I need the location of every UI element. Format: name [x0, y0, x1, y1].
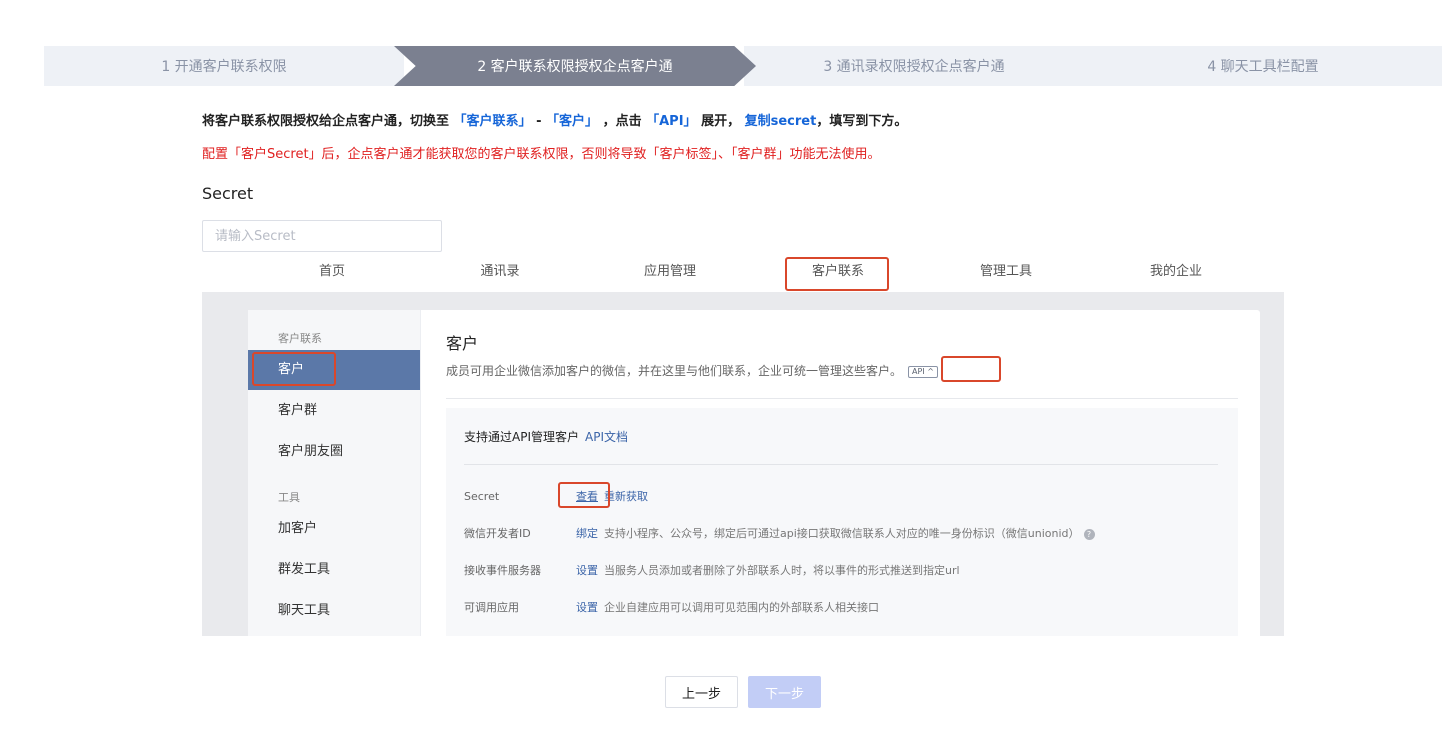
screenshot-topnav: 首页 通讯录 应用管理 客户联系 管理工具 我的企业 [202, 256, 1284, 292]
instruction-dash: - [531, 114, 547, 129]
keyword-copy-secret: 复制secret [744, 114, 817, 129]
help-icon: ? [1083, 528, 1095, 540]
topnav-app-management: 应用管理 [643, 264, 696, 279]
row-note: 企业自建应用可以调用可见范围内的外部联系人相关接口 [604, 601, 879, 614]
api-row-callable-apps: 可调用应用 设置 企业自建应用可以调用可见范围内的外部联系人相关接口 [464, 599, 879, 615]
api-expand-badge: API ^ [908, 365, 938, 378]
step-3: 3 通讯录权限授权企点客户通 [744, 46, 1084, 86]
sidebar-group-customer-contact: 客户联系 [278, 332, 322, 345]
highlight-box [252, 352, 336, 386]
highlight-box [558, 482, 610, 508]
topnav-management-tools: 管理工具 [979, 264, 1032, 279]
row-label: 接收事件服务器 [464, 564, 541, 577]
step-bar: 1 开通客户联系权限 3 通讯录权限授权企点客户通 4 聊天工具栏配置 2 客户… [44, 46, 1442, 86]
highlight-box [941, 356, 1001, 382]
screenshot-sidebar: 客户联系 客户 客户群 客户朋友圈 工具 加客户 群发工具 聊天工具 [248, 310, 421, 636]
setting-link: 设置 [576, 564, 598, 577]
sidebar-group-tools: 工具 [278, 491, 300, 504]
embedded-screenshot: 客户联系 客户 客户群 客户朋友圈 工具 加客户 群发工具 聊天工具 客户 成员… [202, 292, 1284, 636]
keyword-customer-contact: 「客户联系」 [453, 114, 532, 129]
row-label: 可调用应用 [464, 601, 519, 614]
screenshot-desc: 成员可用企业微信添加客户的微信，并在这里与他们联系，企业可统一管理这些客户。 AP… [446, 362, 938, 379]
instruction-part: ，点击 [602, 114, 642, 129]
secret-input[interactable] [202, 220, 442, 252]
api-header: 支持通过API管理客户 API文档 [464, 428, 628, 445]
row-note: 支持小程序、公众号，绑定后可通过api接口获取微信联系人对应的唯一身份标识（微信… [604, 527, 1080, 540]
topnav-my-enterprise: 我的企业 [1149, 264, 1202, 279]
sidebar-item-customer-group: 客户群 [278, 403, 318, 418]
highlight-box [785, 257, 889, 291]
keyword-customer: 「客户」 [546, 114, 599, 129]
step-4: 4 聊天工具栏配置 [1084, 46, 1442, 86]
topnav-home: 首页 [318, 264, 345, 279]
topnav-contacts: 通讯录 [480, 264, 520, 279]
screenshot-panel: 客户联系 客户 客户群 客户朋友圈 工具 加客户 群发工具 聊天工具 客户 成员… [248, 310, 1260, 636]
secret-label: Secret [202, 184, 254, 203]
warning-text: 配置「客户Secret」后，企点客户通才能获取您的客户联系权限，否则将导致「客户… [202, 147, 881, 162]
instruction-part: ，填写到下方。 [816, 114, 908, 129]
setting-link: 设置 [576, 601, 598, 614]
screenshot-title: 客户 [446, 334, 479, 353]
desc-text: 成员可用企业微信添加客户的微信，并在这里与他们联系，企业可统一管理这些客户。 [446, 364, 903, 378]
instruction-part: 将客户联系权限授权给企点客户通，切换至 [202, 114, 450, 129]
api-doc-link: API文档 [585, 430, 628, 444]
api-row-wechat-dev-id: 微信开发者ID 绑定 支持小程序、公众号，绑定后可通过api接口获取微信联系人对应的… [464, 525, 1095, 541]
step-2-active: 2 客户联系权限授权企点客户通 [394, 46, 756, 86]
api-row-event-server: 接收事件服务器 设置 当服务人员添加或者删除了外部联系人时，将以事件的形式推送到指定… [464, 562, 960, 578]
api-header-text: 支持通过API管理客户 [464, 430, 579, 444]
divider [446, 398, 1238, 399]
instruction-text: 将客户联系权限授权给企点客户通，切换至 「客户联系」 - 「客户」 ，点击 「A… [202, 110, 907, 129]
sidebar-item-moments: 客户朋友圈 [278, 444, 344, 459]
sidebar-item-mass-send: 群发工具 [278, 562, 331, 577]
prev-step-button[interactable]: 上一步 [665, 676, 738, 708]
divider [464, 464, 1218, 465]
sidebar-item-add-customer: 加客户 [278, 521, 318, 536]
api-section: 支持通过API管理客户 API文档 Secret 查看 重新获取 微信开发者ID 绑定支… [446, 408, 1238, 636]
row-label: 微信开发者ID [464, 527, 531, 540]
row-note: 当服务人员添加或者删除了外部联系人时，将以事件的形式推送到指定url [604, 564, 960, 577]
keyword-api: 「API」 [646, 114, 697, 129]
next-step-button[interactable]: 下一步 [748, 676, 821, 708]
sidebar-item-chat-tools: 聊天工具 [278, 603, 331, 618]
step-1: 1 开通客户联系权限 [44, 46, 404, 86]
bind-link: 绑定 [576, 527, 598, 540]
refetch-link: 重新获取 [604, 490, 648, 503]
instruction-part: 展开， [701, 114, 741, 129]
